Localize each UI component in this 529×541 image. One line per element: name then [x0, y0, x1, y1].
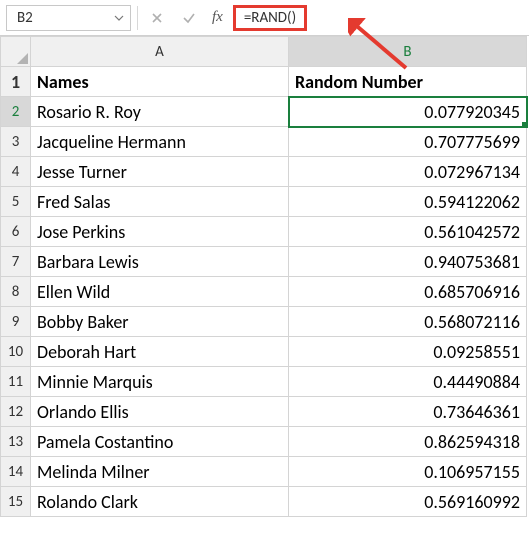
- row-header[interactable]: 15: [1, 487, 31, 517]
- name-box-value: B2: [17, 9, 33, 27]
- row-header[interactable]: 4: [1, 157, 31, 187]
- chevron-down-icon: [114, 13, 124, 23]
- formula-bar: B2 fx =RAND(): [0, 0, 529, 36]
- cell-name[interactable]: Pamela Costantino: [31, 427, 289, 457]
- cell-name[interactable]: Rolando Clark: [31, 487, 289, 517]
- cell-rand[interactable]: 0.940753681: [289, 247, 527, 277]
- row-header[interactable]: 14: [1, 457, 31, 487]
- divider: [137, 6, 138, 30]
- cell-a1[interactable]: Names: [31, 67, 289, 97]
- cell-name[interactable]: Orlando Ellis: [31, 397, 289, 427]
- cell-rand[interactable]: 0.072967134: [289, 157, 527, 187]
- cell-name[interactable]: Bobby Baker: [31, 307, 289, 337]
- x-icon: [150, 11, 164, 25]
- cell-name[interactable]: Melinda Milner: [31, 457, 289, 487]
- row-header[interactable]: 13: [1, 427, 31, 457]
- cell-name[interactable]: Jacqueline Hermann: [31, 127, 289, 157]
- row-header[interactable]: 7: [1, 247, 31, 277]
- formula-text: =RAND(): [244, 9, 296, 27]
- cell-rand[interactable]: 0.569160992: [289, 487, 527, 517]
- cell-rand[interactable]: 0.707775699: [289, 127, 527, 157]
- cell-name[interactable]: Rosario R. Roy: [31, 97, 289, 127]
- cell-name[interactable]: Ellen Wild: [31, 277, 289, 307]
- row-header[interactable]: 10: [1, 337, 31, 367]
- cell-rand[interactable]: 0.862594318: [289, 427, 527, 457]
- cell-name[interactable]: Barbara Lewis: [31, 247, 289, 277]
- row-header[interactable]: 5: [1, 187, 31, 217]
- cell-rand[interactable]: 0.106957155: [289, 457, 527, 487]
- row-header[interactable]: 2: [1, 97, 31, 127]
- column-header-b[interactable]: B: [289, 37, 527, 67]
- spreadsheet-grid[interactable]: A B 1 Names Random Number 2 Rosario R. R…: [0, 36, 527, 517]
- cell-rand[interactable]: 0.077920345: [289, 97, 527, 127]
- cell-rand[interactable]: 0.685706916: [289, 277, 527, 307]
- row-header[interactable]: 6: [1, 217, 31, 247]
- cell-rand[interactable]: 0.561042572: [289, 217, 527, 247]
- row-header[interactable]: 1: [1, 67, 31, 97]
- cell-name[interactable]: Jose Perkins: [31, 217, 289, 247]
- cell-rand[interactable]: 0.44490884: [289, 367, 527, 397]
- column-header-a[interactable]: A: [31, 37, 289, 67]
- enter-button[interactable]: [176, 5, 202, 31]
- cell-name[interactable]: Fred Salas: [31, 187, 289, 217]
- cell-rand[interactable]: 0.568072116: [289, 307, 527, 337]
- cell-rand[interactable]: 0.73646361: [289, 397, 527, 427]
- formula-input[interactable]: =RAND(): [233, 5, 307, 31]
- cell-b1[interactable]: Random Number: [289, 67, 527, 97]
- cell-name[interactable]: Jesse Turner: [31, 157, 289, 187]
- row-header[interactable]: 3: [1, 127, 31, 157]
- cell-name[interactable]: Deborah Hart: [31, 337, 289, 367]
- cancel-button[interactable]: [144, 5, 170, 31]
- name-box[interactable]: B2: [6, 5, 131, 31]
- row-header[interactable]: 12: [1, 397, 31, 427]
- row-header[interactable]: 9: [1, 307, 31, 337]
- row-header[interactable]: 8: [1, 277, 31, 307]
- cell-rand[interactable]: 0.594122062: [289, 187, 527, 217]
- check-icon: [182, 11, 196, 25]
- cell-name[interactable]: Minnie Marquis: [31, 367, 289, 397]
- cell-rand[interactable]: 0.09258551: [289, 337, 527, 367]
- row-header[interactable]: 11: [1, 367, 31, 397]
- select-all-corner[interactable]: [1, 37, 31, 67]
- insert-function-button[interactable]: fx: [208, 5, 227, 31]
